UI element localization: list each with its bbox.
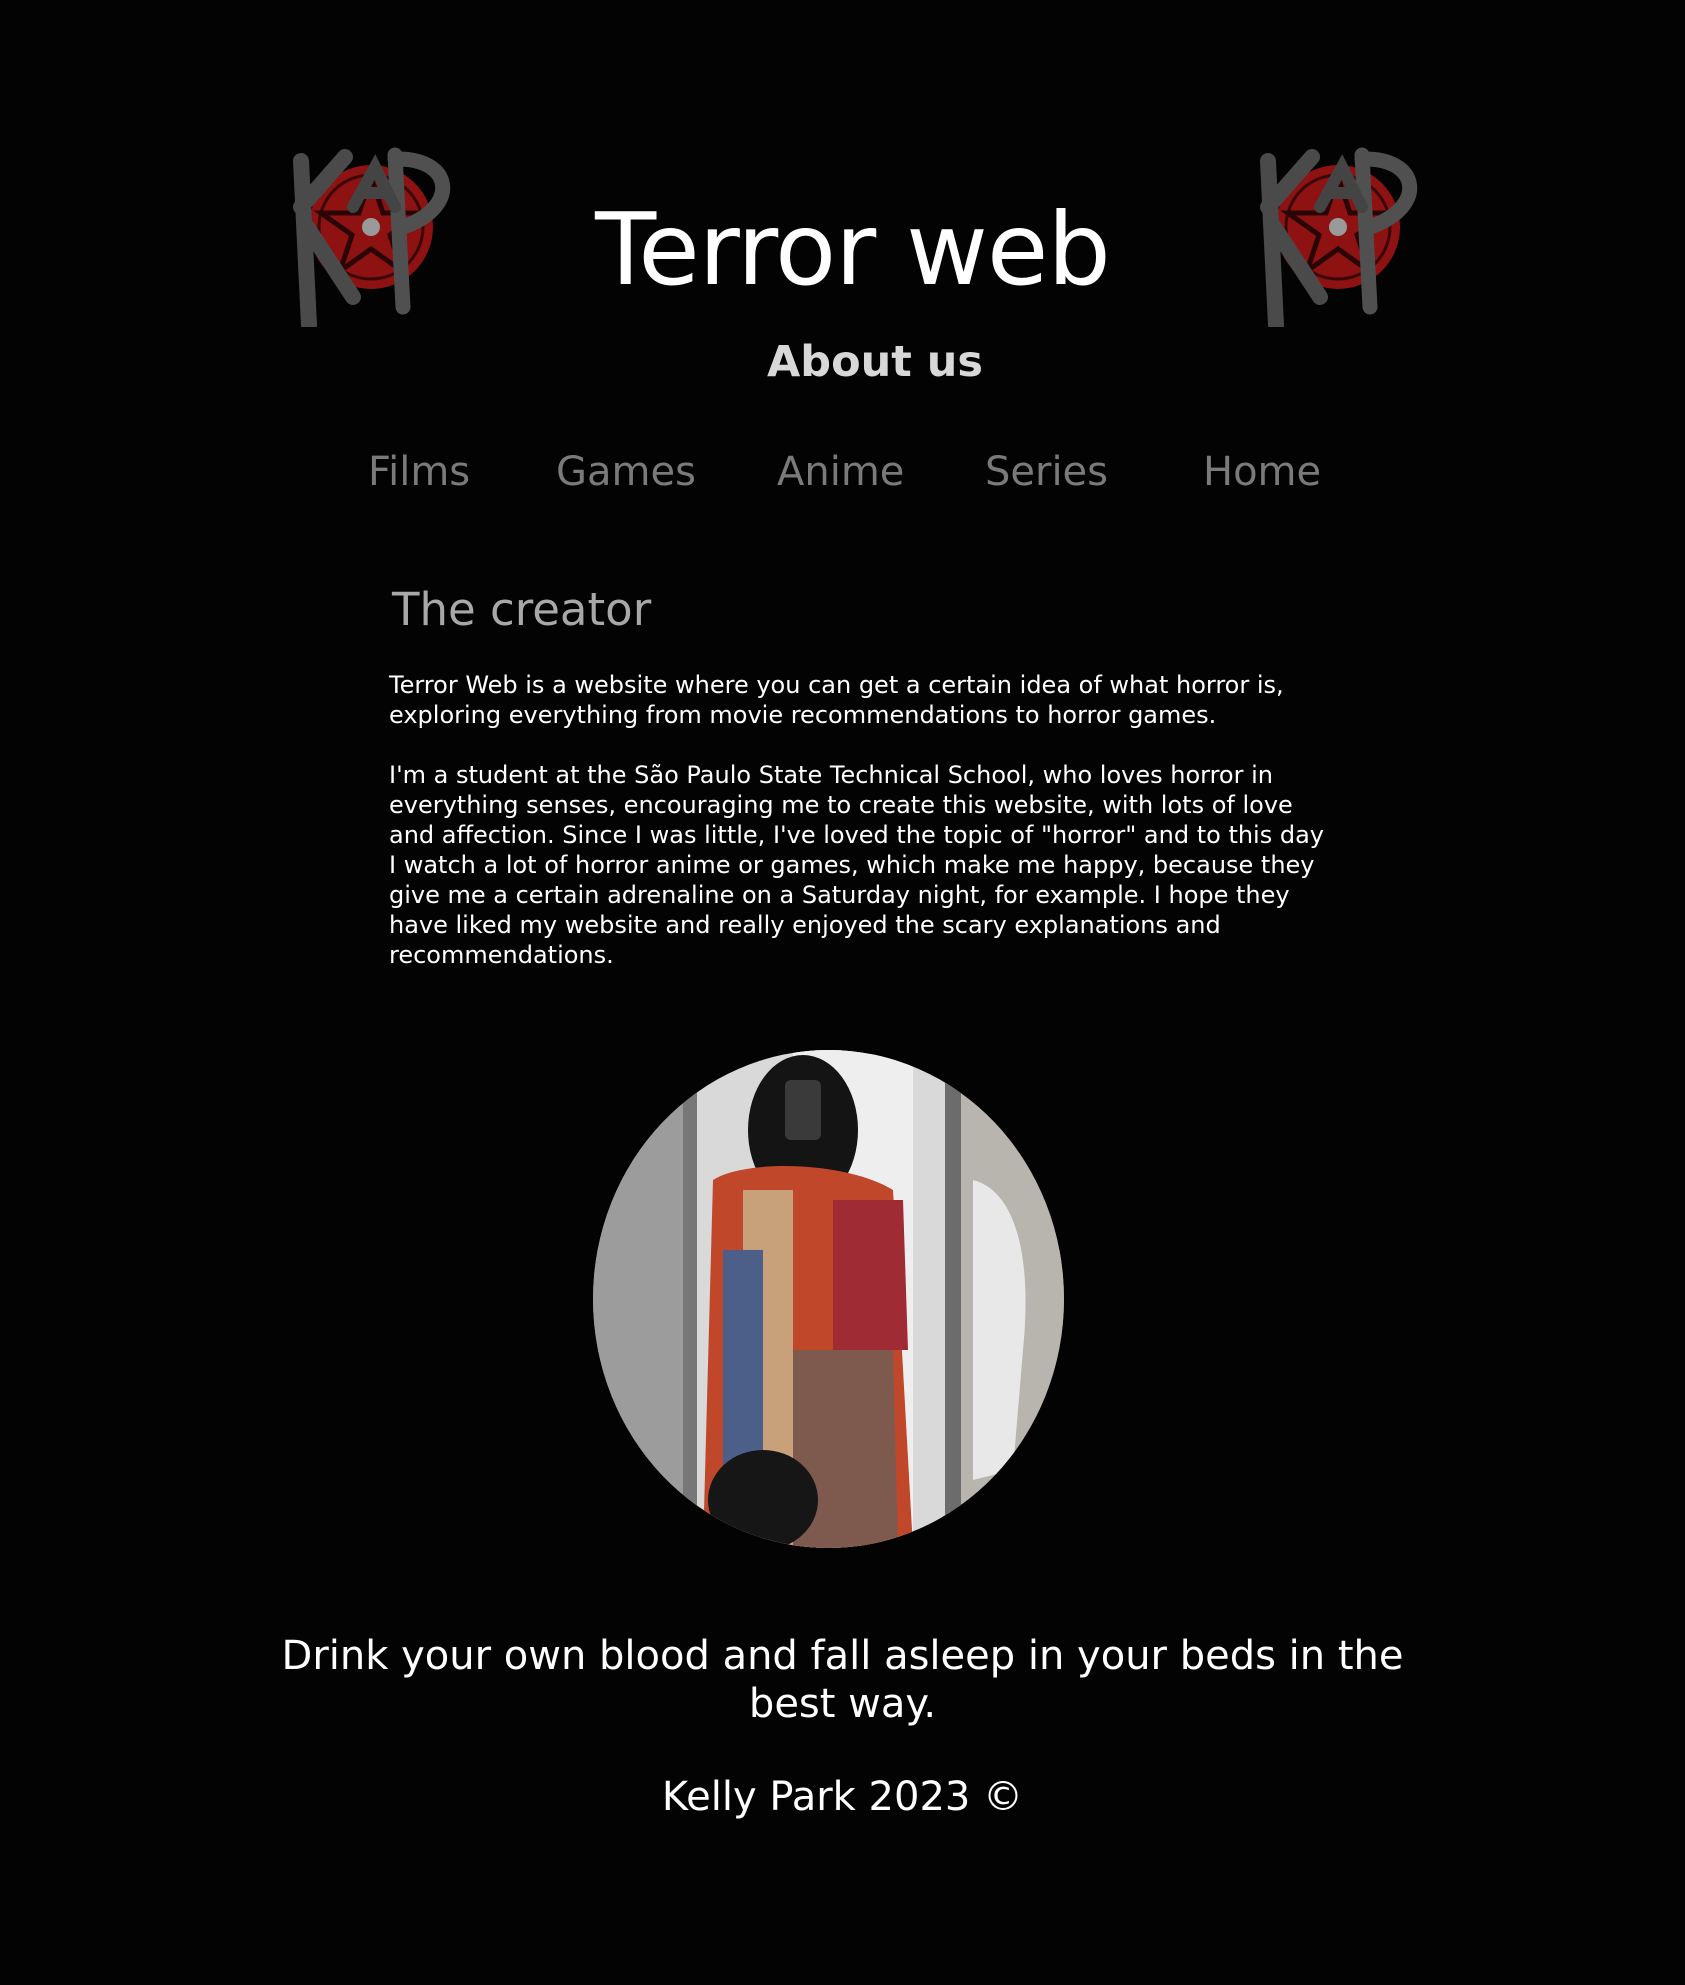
creator-photo xyxy=(593,1050,1064,1548)
footer-copyright: Kelly Park 2023 © xyxy=(661,1774,1024,1820)
intro-paragraph: Terror Web is a website where you can ge… xyxy=(389,671,1284,729)
creator-paragraph: I'm a student at the São Paulo State Tec… xyxy=(389,761,1325,969)
nav-link-anime[interactable]: Anime xyxy=(777,447,904,497)
nav-link-films[interactable]: Films xyxy=(368,447,470,497)
nav-link-home[interactable]: Home xyxy=(1203,447,1321,497)
nav-link-games[interactable]: Games xyxy=(556,447,696,497)
page-subtitle: About us xyxy=(767,337,983,387)
footer-tagline: Drink your own blood and fall asleep in … xyxy=(281,1633,1404,1727)
creator-photo-image xyxy=(593,1050,1064,1548)
section-heading-creator: The creator xyxy=(392,583,652,636)
nav-link-series[interactable]: Series xyxy=(985,447,1108,497)
site-title: Terror web xyxy=(595,191,1111,308)
main-nav: Films Games Anime Series Home xyxy=(0,447,1685,497)
